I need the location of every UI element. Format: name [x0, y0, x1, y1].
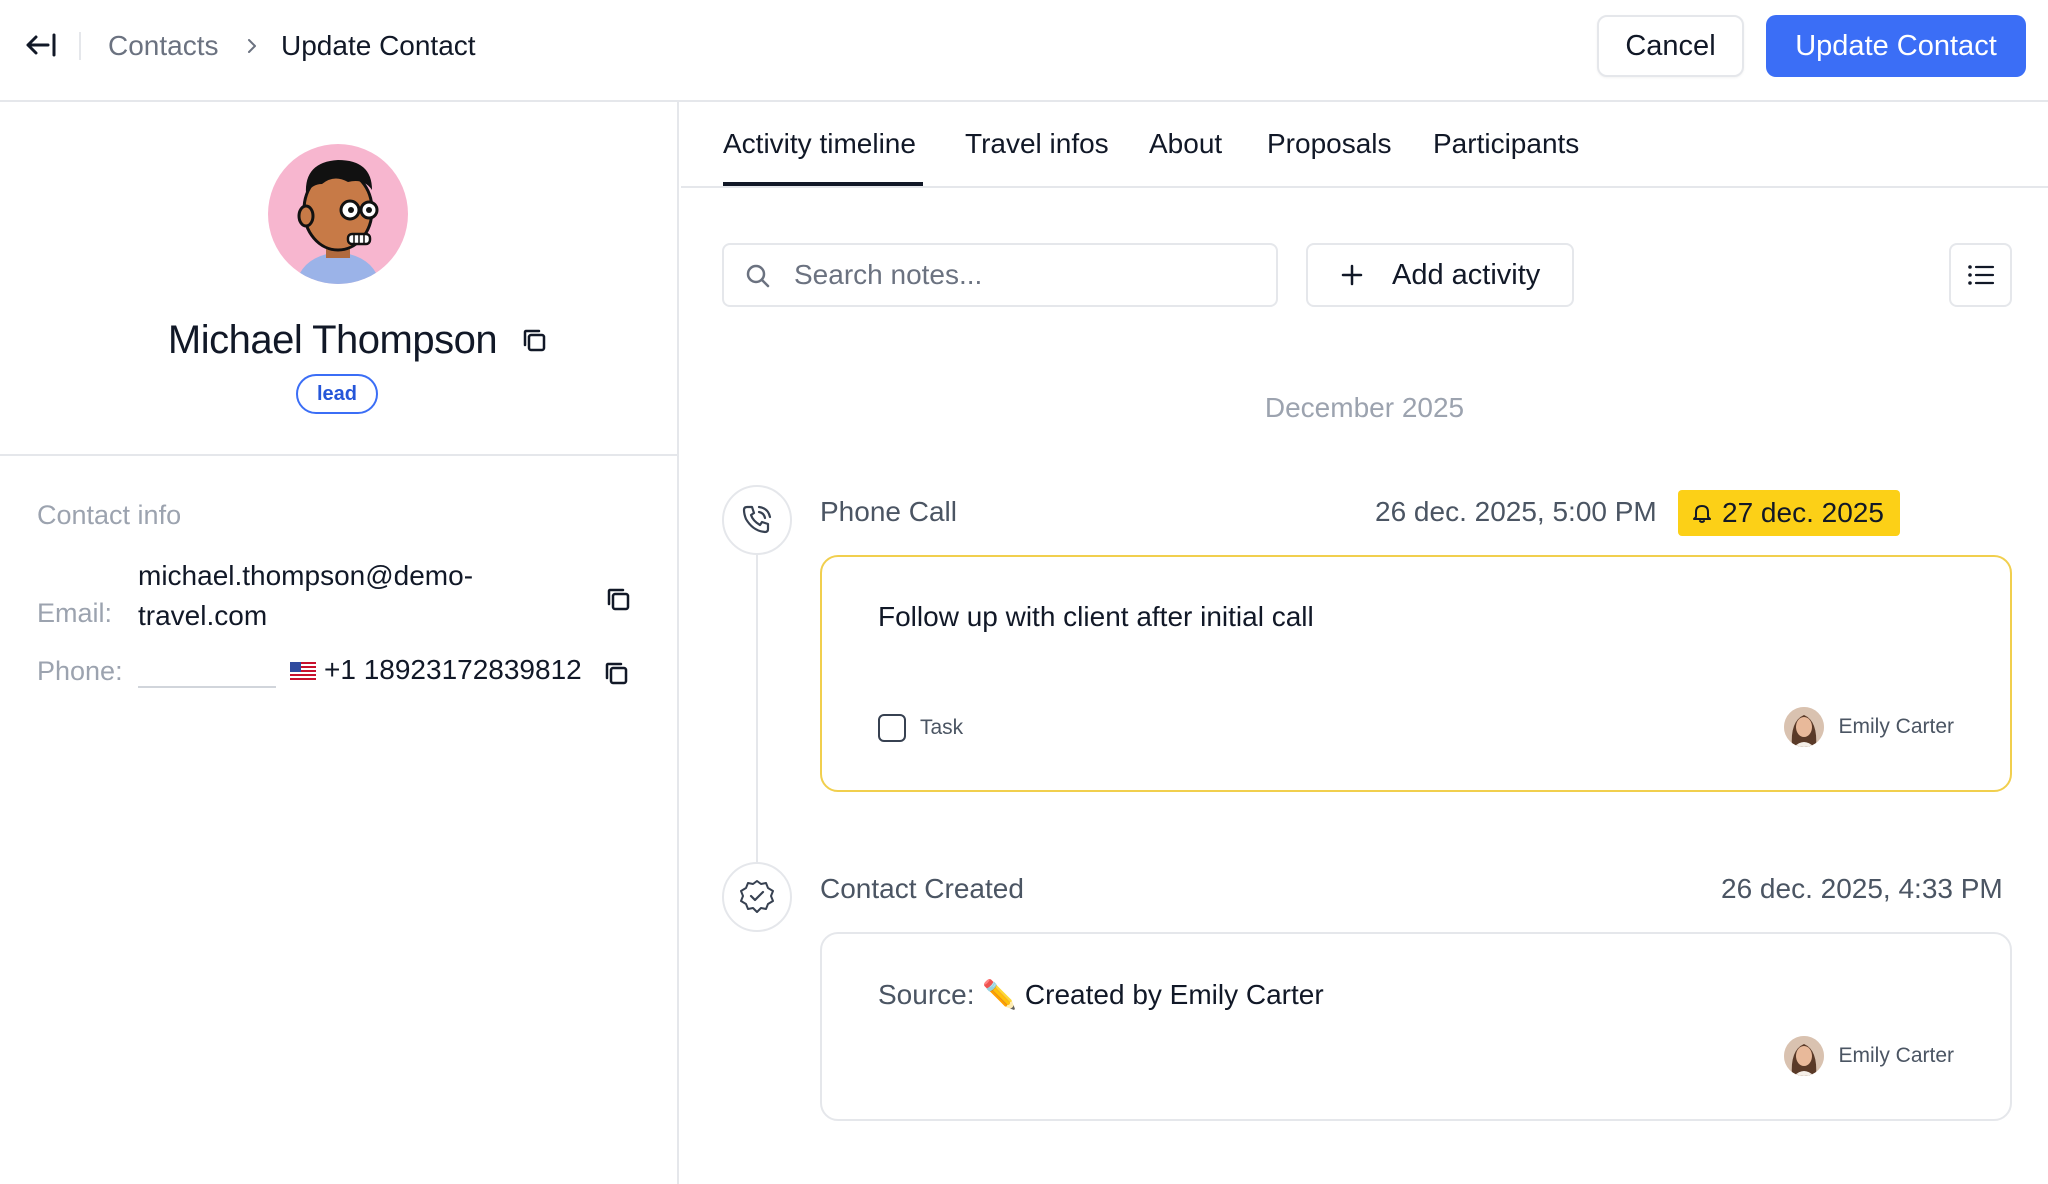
tab-about[interactable]: About — [1149, 126, 1222, 162]
chevron-right-icon — [248, 39, 256, 53]
breadcrumb-current: Update Contact — [281, 30, 476, 61]
task-label: Task — [920, 716, 964, 739]
update-contact-button[interactable]: Update Contact — [1766, 15, 2026, 77]
tab-proposals[interactable]: Proposals — [1267, 126, 1392, 162]
bell-icon — [1693, 505, 1711, 523]
active-tab-indicator — [723, 182, 923, 186]
breadcrumb-contacts-link[interactable]: Contacts — [108, 28, 219, 64]
phone-label: Phone: — [37, 656, 123, 686]
activity-title: Contact Created — [820, 873, 1024, 904]
avatar — [268, 144, 408, 284]
timeline-node-phone — [722, 485, 792, 555]
tab-bar: Activity timeline Travel infos About Pro… — [681, 102, 2048, 188]
activity-datetime: 26 dec. 2025, 5:00 PM — [1375, 496, 1657, 527]
source-value: ✏️ Created by Emily Carter — [982, 979, 1324, 1010]
phone-call-icon — [742, 505, 772, 534]
activity-title: Phone Call — [820, 496, 957, 527]
timeline-node-created — [722, 862, 792, 932]
activity-datetime: 26 dec. 2025, 4:33 PM — [1721, 873, 2003, 904]
activity-note: Follow up with client after initial call — [878, 601, 1314, 632]
timeline-connector — [756, 554, 758, 862]
reminder-badge: 27 dec. 2025 — [1678, 490, 1900, 536]
list-icon — [1967, 265, 1994, 285]
activity-author: Emily Carter — [1784, 707, 1954, 747]
status-badge: lead — [296, 374, 378, 414]
us-flag-icon — [290, 662, 316, 680]
search-notes — [722, 243, 1278, 307]
phone-country-select[interactable] — [138, 686, 276, 688]
reminder-date: 27 dec. 2025 — [1722, 497, 1884, 528]
add-activity-button[interactable]: Add activity — [1306, 243, 1574, 307]
list-view-button[interactable] — [1949, 243, 2012, 307]
top-bar: Contacts Update Contact Cancel Update Co… — [0, 0, 2048, 102]
tab-travel-infos[interactable]: Travel infos — [965, 126, 1109, 162]
author-avatar — [1784, 1036, 1825, 1076]
task-checkbox[interactable] — [878, 714, 906, 742]
copy-email-icon[interactable] — [603, 584, 633, 614]
tab-participants[interactable]: Participants — [1433, 126, 1579, 162]
email-label: Email: — [37, 598, 113, 628]
contact-name-row: Michael Thompson — [0, 314, 677, 366]
activity-card: Follow up with client after initial call… — [820, 555, 2012, 792]
verified-badge-icon — [740, 880, 774, 913]
timeline-month: December 2025 — [1264, 392, 1465, 423]
author-avatar — [1784, 707, 1825, 747]
search-icon — [746, 264, 770, 288]
copy-icon[interactable] — [519, 325, 549, 355]
contact-sidebar: Michael Thompson lead Contact info Email… — [0, 102, 679, 1184]
author-name: Emily Carter — [1838, 1044, 1954, 1067]
author-name: Emily Carter — [1838, 715, 1954, 738]
tab-activity-timeline[interactable]: Activity timeline — [723, 126, 916, 162]
email-value: michael.thompson@demo-travel.com — [138, 560, 474, 631]
activity-card: Source: ✏️ Created by Emily Carter Emily… — [820, 932, 2012, 1121]
collapse-back-icon[interactable] — [24, 28, 58, 62]
search-notes-input[interactable] — [794, 245, 1264, 305]
cartoon-avatar-icon — [296, 160, 380, 284]
plus-icon — [1341, 264, 1363, 286]
copy-phone-icon[interactable] — [601, 658, 631, 688]
breadcrumb-divider — [79, 32, 81, 60]
cancel-button[interactable]: Cancel — [1597, 15, 1744, 77]
add-activity-label: Add activity — [1392, 258, 1541, 291]
profile-card: Michael Thompson lead — [0, 102, 677, 456]
phone-value: +1 18923172839812 — [324, 654, 582, 685]
activity-source: Source: ✏️ Created by Emily Carter — [878, 978, 1324, 1011]
activity-author: Emily Carter — [1784, 1036, 1954, 1076]
contact-name: Michael Thompson — [167, 318, 498, 362]
contact-info-title: Contact info — [37, 500, 182, 530]
source-label: Source: — [878, 979, 975, 1010]
